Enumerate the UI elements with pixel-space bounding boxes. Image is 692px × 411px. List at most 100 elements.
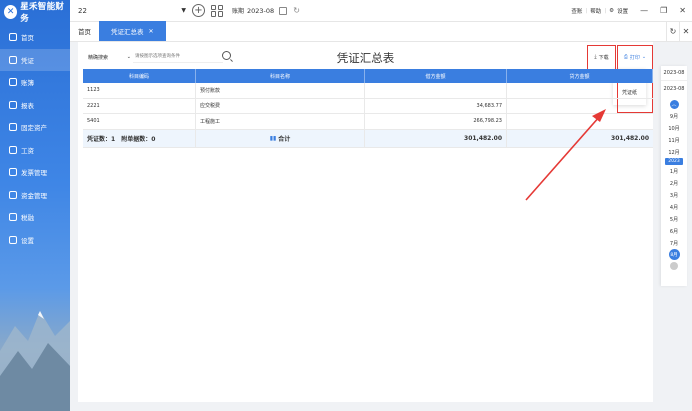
- tax-icon: [9, 213, 17, 222]
- month-item[interactable]: 7月: [661, 237, 687, 249]
- sidebar-item-fixed-assets[interactable]: 固定资产: [0, 116, 70, 139]
- restore-icon[interactable]: ❐: [660, 6, 667, 15]
- app-name: 星禾智能财务: [20, 2, 65, 24]
- period-start[interactable]: 2023-08: [661, 66, 687, 81]
- sidebar-item-reports[interactable]: 报表: [0, 94, 70, 117]
- sidebar-item-tax[interactable]: 税融: [0, 206, 70, 229]
- credit-amount: [507, 114, 653, 129]
- account-select[interactable]: 22 ▼: [76, 4, 188, 18]
- filter-select[interactable]: 精确搜索 ⌄: [86, 51, 133, 63]
- sidebar-item-label: 固定资产: [21, 124, 47, 133]
- reload-icon[interactable]: ↻: [666, 21, 679, 41]
- highlight-box-download: [587, 45, 616, 70]
- user-icon: [9, 145, 17, 154]
- summary-table: 科目编码 科目名称 借方金额 贷方金额 1123 预付账款 2221 应交税费 …: [83, 69, 653, 148]
- month-item[interactable]: 12月: [661, 146, 687, 158]
- sidebar-item-home[interactable]: 首页: [0, 26, 70, 49]
- refresh-icon[interactable]: ↻: [293, 6, 300, 15]
- search-input[interactable]: [133, 51, 223, 63]
- top-links: 查账 | 帮助 | ⚙ 设置 — ❐ ✕: [571, 6, 686, 15]
- link-settings[interactable]: 设置: [617, 7, 628, 15]
- debit-amount: 266,798.23: [365, 114, 507, 129]
- sidebar-item-label: 资金管理: [21, 191, 47, 200]
- period-panel: 2023-08 2023-08 ︿ 9月 10月 11月 12月 2023 1月…: [661, 66, 687, 286]
- add-icon[interactable]: +: [192, 4, 205, 17]
- month-item[interactable]: 9月: [661, 110, 687, 122]
- tab-bar: 首页 凭证汇总表 ✕ ↻ ✕: [70, 21, 692, 42]
- caret-down-icon: ▼: [181, 7, 186, 14]
- selected-month[interactable]: 8月: [668, 249, 680, 260]
- total-label: 合计: [278, 135, 291, 143]
- sidebar-item-label: 设置: [21, 236, 34, 245]
- column-header: 科目名称: [196, 69, 365, 83]
- tab-voucher-summary[interactable]: 凭证汇总表 ✕: [99, 21, 166, 41]
- close-window-icon[interactable]: ✕: [679, 6, 686, 15]
- attachment-count: 附单据数：0: [121, 135, 156, 143]
- sidebar-item-invoices[interactable]: 发票管理: [0, 161, 70, 184]
- credit-amount: [507, 83, 653, 98]
- sidebar-item-label: 发票管理: [21, 169, 47, 178]
- debit-amount: [365, 83, 507, 98]
- chevron-down-icon[interactable]: [670, 262, 678, 270]
- sidebar-item-label: 凭证: [21, 56, 34, 65]
- sidebar-item-payroll[interactable]: 工资: [0, 139, 70, 162]
- sidebar-item-label: 账簿: [21, 79, 34, 88]
- gear-icon[interactable]: ⚙: [609, 8, 614, 14]
- report-icon: [9, 100, 17, 109]
- tab-home[interactable]: 首页: [70, 21, 99, 41]
- sidebar-item-settings[interactable]: 设置: [0, 229, 70, 252]
- account-name: 预付账款: [196, 83, 365, 98]
- logo-icon: ✕: [4, 5, 18, 19]
- invoice-icon: [9, 168, 17, 177]
- column-header: 科目编码: [83, 69, 196, 83]
- column-header: 贷方金额: [507, 69, 653, 83]
- sidebar-item-label: 工资: [21, 146, 34, 155]
- top-bar: 22 ▼ + 账期 2023-08 ↻ 查账 | 帮助 | ⚙ 设置 — ❐ ✕: [70, 0, 692, 22]
- mountain-illustration: [0, 311, 70, 411]
- debit-amount: 34,683.77: [365, 98, 507, 113]
- minimize-icon[interactable]: —: [640, 6, 648, 15]
- credit-total: 301,482.00: [611, 134, 649, 142]
- sidebar-item-label: 税融: [21, 214, 34, 223]
- account-name: 应交税费: [196, 98, 365, 113]
- link-check[interactable]: 查账: [571, 7, 582, 15]
- footer-counts: 凭证数：1 附单据数：0: [83, 129, 196, 147]
- app-logo: ✕ 星禾智能财务: [0, 0, 70, 24]
- table-header: 科目编码 科目名称 借方金额 贷方金额: [83, 69, 653, 83]
- asset-icon: [9, 123, 17, 132]
- home-icon: [9, 33, 17, 42]
- month-item[interactable]: 3月: [661, 189, 687, 201]
- account-name: 工程施工: [196, 114, 365, 129]
- column-header: 借方金额: [365, 69, 507, 83]
- sidebar-item-voucher[interactable]: 凭证: [0, 48, 70, 71]
- month-item[interactable]: 4月: [661, 201, 687, 213]
- voucher-count: 凭证数：1: [87, 135, 116, 143]
- month-item[interactable]: 2月: [661, 177, 687, 189]
- sidebar: ✕ 星禾智能财务 首页 凭证 账簿 报表 固定资产 工资 发票管理 资金管理 税…: [0, 0, 70, 411]
- tab-close-icon[interactable]: ✕: [149, 28, 154, 35]
- chevron-up-icon[interactable]: ︿: [669, 100, 679, 109]
- total-label-cell: ▮▮ 合计: [196, 129, 365, 147]
- sidebar-item-ledger[interactable]: 账簿: [0, 71, 70, 94]
- account-code: 2221: [83, 98, 196, 113]
- account-code: 5401: [83, 114, 196, 129]
- period-label: 账期: [232, 8, 245, 15]
- calendar-icon[interactable]: [279, 6, 288, 15]
- sidebar-item-funds[interactable]: 资金管理: [0, 184, 70, 207]
- month-item[interactable]: 6月: [661, 225, 687, 237]
- month-item[interactable]: 5月: [661, 213, 687, 225]
- period-end[interactable]: 2023-08: [661, 81, 687, 96]
- month-item[interactable]: 1月: [661, 165, 687, 177]
- search-icon[interactable]: [222, 51, 231, 60]
- grid-icon[interactable]: [211, 4, 223, 17]
- table-row: 1123 预付账款: [83, 83, 653, 99]
- period-value[interactable]: 2023-08: [247, 7, 274, 15]
- close-all-icon[interactable]: ✕: [679, 21, 692, 41]
- voucher-icon: [9, 55, 17, 64]
- link-help[interactable]: 帮助: [590, 7, 601, 15]
- tab-label: 首页: [78, 28, 91, 36]
- month-item[interactable]: 11月: [661, 134, 687, 146]
- month-item[interactable]: 10月: [661, 122, 687, 134]
- credit-amount: [507, 99, 653, 114]
- bar-chart-icon: ▮▮: [269, 134, 277, 142]
